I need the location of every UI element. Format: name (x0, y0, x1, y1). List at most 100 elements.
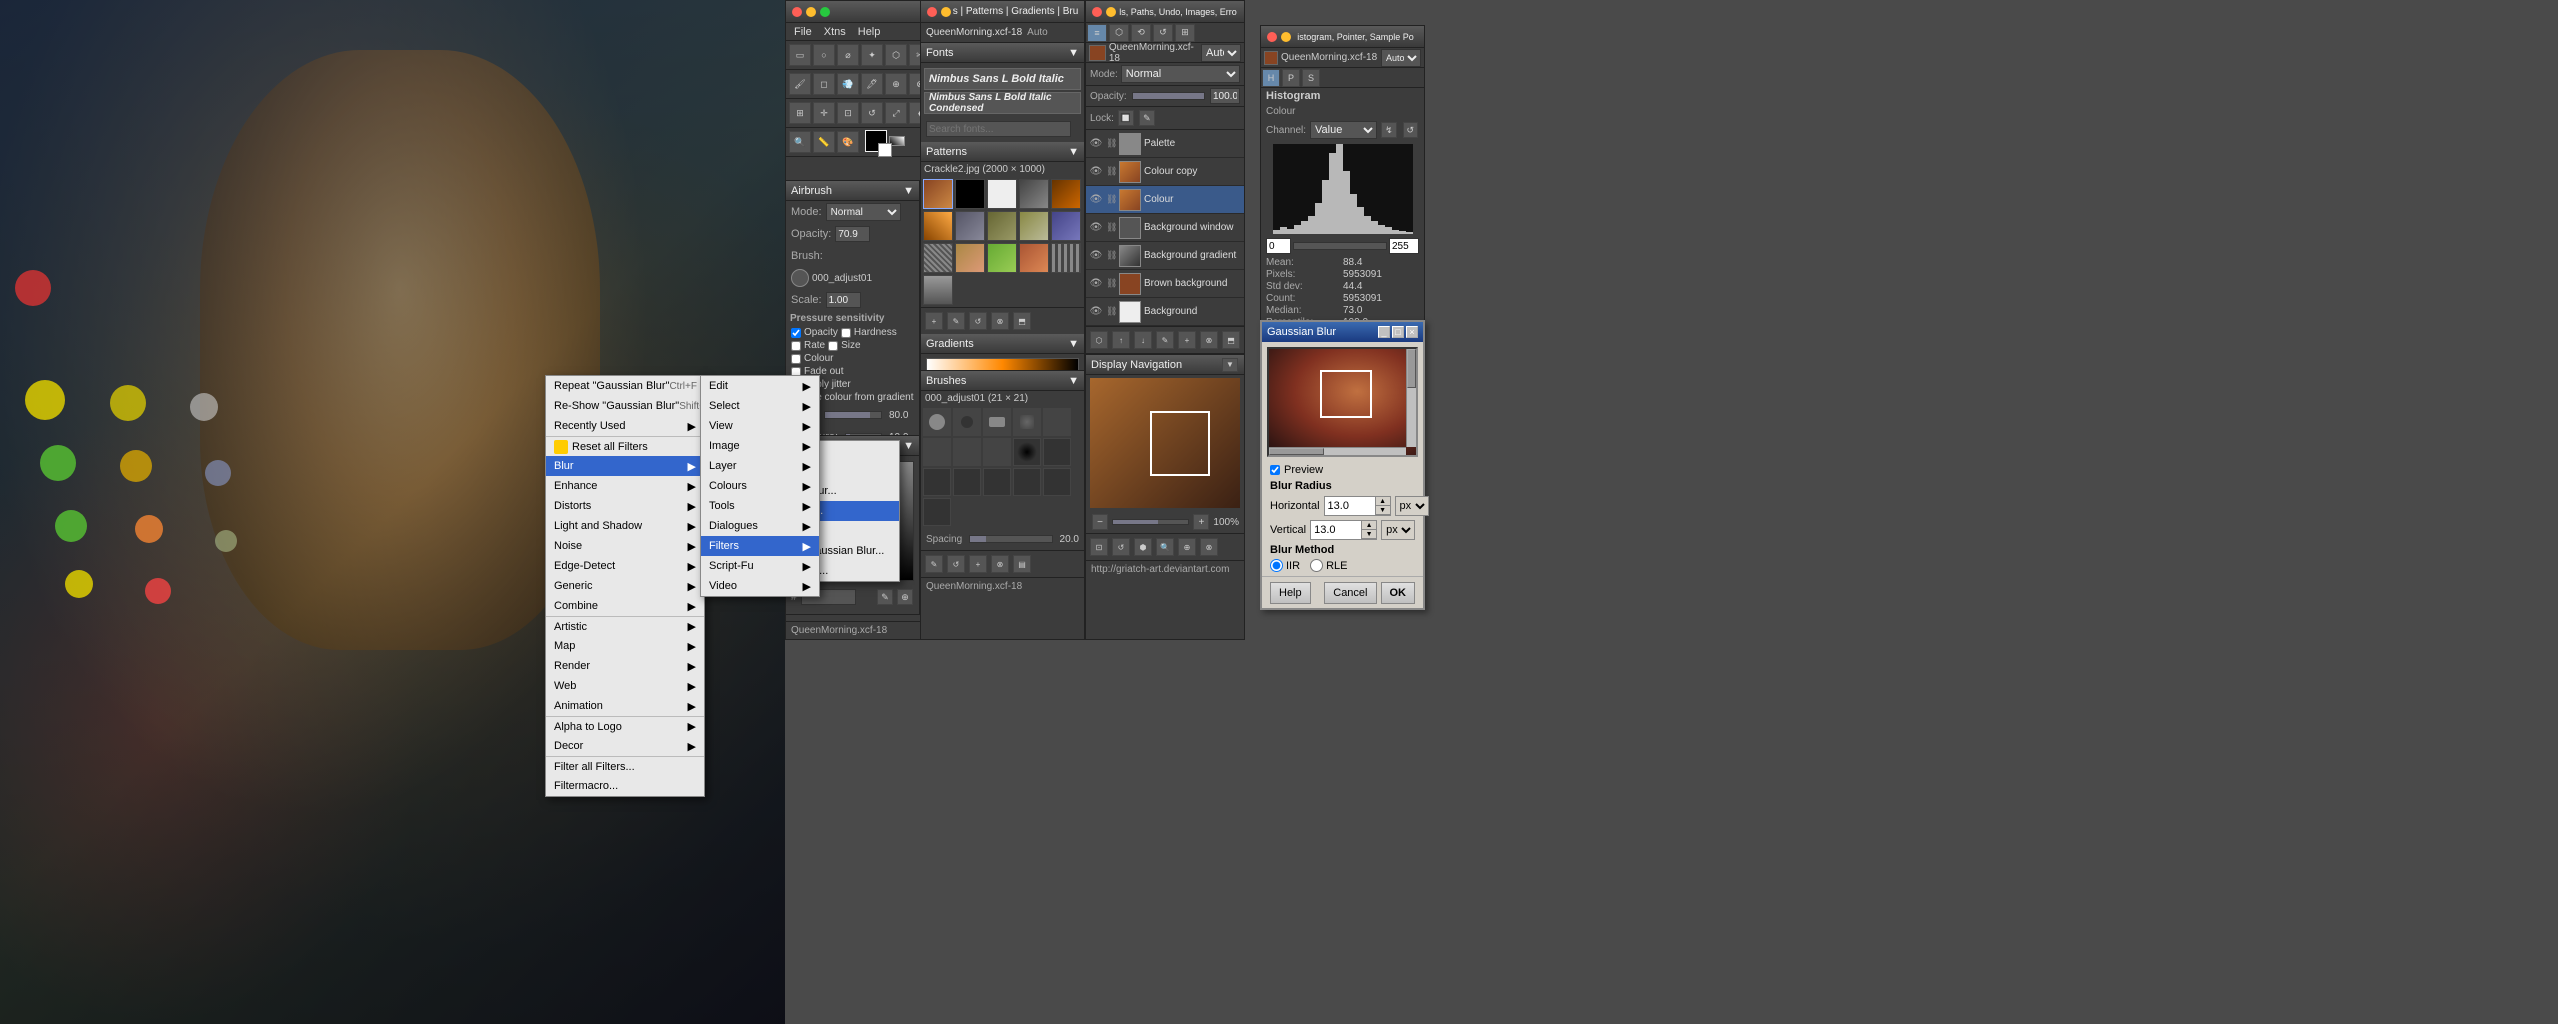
brush-7[interactable] (983, 438, 1011, 466)
maximize-button[interactable] (820, 7, 830, 17)
pattern-7[interactable] (987, 211, 1017, 241)
filter-item-map[interactable]: Map ▶ (546, 636, 704, 656)
fonts-arrow[interactable]: ▼ (1068, 47, 1079, 59)
edit-item-9[interactable]: Script-Fu ▶ (701, 556, 819, 576)
rate-checkbox[interactable] (791, 341, 801, 351)
filter-item-distorts[interactable]: Distorts ▶ (546, 496, 704, 516)
spacing-slider[interactable] (969, 535, 1052, 543)
layer-bg-gradient[interactable]: 👁 ⛓ Background gradient (1086, 242, 1244, 270)
layer-tool6[interactable]: ⊗ (1200, 331, 1218, 349)
airbrush-collapse[interactable]: ▼ (903, 185, 914, 197)
tool-color-picker[interactable]: 🎨 (837, 131, 859, 153)
image-zoom-select[interactable]: Auto (1201, 44, 1241, 62)
help-button[interactable]: Help (1270, 582, 1311, 604)
tool-zoom[interactable]: 🔍 (789, 131, 811, 153)
hist-tab2[interactable]: P (1282, 69, 1300, 87)
nav-tool1[interactable]: ⊡ (1090, 538, 1108, 556)
pattern-tool4[interactable]: ⊗ (991, 312, 1009, 330)
pattern-2[interactable] (987, 179, 1017, 209)
brush-6[interactable] (953, 438, 981, 466)
font-item-2[interactable]: Nimbus Sans L Bold Italic Condensed (924, 92, 1081, 114)
pattern-tool1[interactable]: + (925, 312, 943, 330)
layer-tool7[interactable]: ⬒ (1222, 331, 1240, 349)
edit-item-2[interactable]: View ▶ (701, 416, 819, 436)
brush-1[interactable] (953, 408, 981, 436)
layers-mode-select[interactable]: Normal (1121, 65, 1240, 83)
vertical-unit[interactable]: px (1381, 520, 1415, 540)
filter-item-recent[interactable]: Recently Used ▶ (546, 416, 704, 436)
hist-tab1[interactable]: H (1262, 69, 1280, 87)
patterns-min[interactable] (941, 7, 951, 17)
edit-item-1[interactable]: Select ▶ (701, 396, 819, 416)
brush-toolbar-4[interactable]: ⊗ (991, 555, 1009, 573)
tool-move[interactable]: ✛ (813, 102, 835, 124)
layer-tool4[interactable]: ✎ (1156, 331, 1174, 349)
gradients-arrow[interactable]: ▼ (1068, 338, 1079, 350)
pattern-tool5[interactable]: ⬒ (1013, 312, 1031, 330)
filter-item-edge[interactable]: Edge-Detect ▶ (546, 556, 704, 576)
close-button[interactable] (792, 7, 802, 17)
pattern-1[interactable] (955, 179, 985, 209)
brushes-arrow[interactable]: ▼ (1068, 375, 1079, 387)
layer-colour-copy[interactable]: 👁 ⛓ Colour copy (1086, 158, 1244, 186)
layers-opacity-input[interactable] (1210, 88, 1240, 104)
filter-item-render[interactable]: Render ▶ (546, 656, 704, 676)
undo-tab[interactable]: ↺ (1153, 24, 1173, 42)
lock-btn2[interactable]: ✎ (1139, 110, 1155, 126)
scale-input[interactable] (826, 292, 861, 308)
filter-item-decor[interactable]: Decor ▶ (546, 736, 704, 756)
pattern-13[interactable] (1019, 243, 1049, 273)
gaussian-hscroll[interactable] (1269, 447, 1406, 455)
filter-item-combine[interactable]: Combine ▶ (546, 596, 704, 616)
brush-9[interactable] (1043, 438, 1071, 466)
pattern-3[interactable] (1019, 179, 1049, 209)
filter-item-noise[interactable]: Noise ▶ (546, 536, 704, 556)
tool-crop[interactable]: ⊡ (837, 102, 859, 124)
hist-min[interactable] (1281, 32, 1291, 42)
brush-13[interactable] (1013, 468, 1041, 496)
hist-zoom-select[interactable]: Auto (1381, 49, 1421, 67)
edit-item-0[interactable]: Edit ▶ (701, 376, 819, 396)
tool-fuzzy-select[interactable]: ✦ (861, 44, 883, 66)
edit-item-5[interactable]: Colours ▶ (701, 476, 819, 496)
hist-range-slider[interactable] (1293, 242, 1387, 250)
zoom-in-btn[interactable]: + (1193, 514, 1209, 530)
filter-item-repeat[interactable]: Repeat "Gaussian Blur" Ctrl+F (546, 376, 704, 396)
fgbg-tool2[interactable]: ⊕ (897, 589, 913, 605)
pattern-4[interactable] (1051, 179, 1081, 209)
pattern-tool2[interactable]: ✎ (947, 312, 965, 330)
gaussian-close-btn[interactable]: × (1406, 326, 1418, 338)
nav-tool4[interactable]: 🔍 (1156, 538, 1174, 556)
layer-tool3[interactable]: ↓ (1134, 331, 1152, 349)
hist-range-max[interactable] (1389, 238, 1419, 254)
tool-rect-select[interactable]: ▭ (789, 44, 811, 66)
horizontal-unit[interactable]: px (1395, 496, 1429, 516)
tool-eraser[interactable]: ◻ (813, 73, 835, 95)
eye-background[interactable]: 👁 (1089, 305, 1103, 319)
hardness-checkbox[interactable] (841, 328, 851, 338)
nav-tool6[interactable]: ⊗ (1200, 538, 1218, 556)
brush-toolbar-5[interactable]: ▤ (1013, 555, 1031, 573)
brush-2[interactable] (983, 408, 1011, 436)
pattern-5[interactable] (923, 211, 953, 241)
brush-14[interactable] (1043, 468, 1071, 496)
nav-expand[interactable]: ▼ (1222, 358, 1238, 372)
layer-colour[interactable]: 👁 ⛓ Colour (1086, 186, 1244, 214)
pattern-14[interactable] (1051, 243, 1081, 273)
tool-paintbrush[interactable]: 🖌 (789, 73, 811, 95)
nav-tool5[interactable]: ⊕ (1178, 538, 1196, 556)
colour-checkbox[interactable] (791, 354, 801, 364)
minimize-button[interactable] (806, 7, 816, 17)
tool-align[interactable]: ⊞ (789, 102, 811, 124)
edit-item-10[interactable]: Video ▶ (701, 576, 819, 596)
eye-colour-copy[interactable]: 👁 (1089, 165, 1103, 179)
gaussian-max-btn[interactable]: □ (1392, 326, 1404, 338)
pattern-15[interactable] (923, 275, 953, 305)
patterns-close[interactable] (927, 7, 937, 17)
filter-item-web[interactable]: Web ▶ (546, 676, 704, 696)
brush-0[interactable] (923, 408, 951, 436)
cancel-button[interactable]: Cancel (1324, 582, 1376, 604)
channel-select[interactable]: Value (1310, 121, 1377, 139)
brush-10[interactable] (923, 468, 951, 496)
rle-radio[interactable] (1310, 559, 1323, 572)
